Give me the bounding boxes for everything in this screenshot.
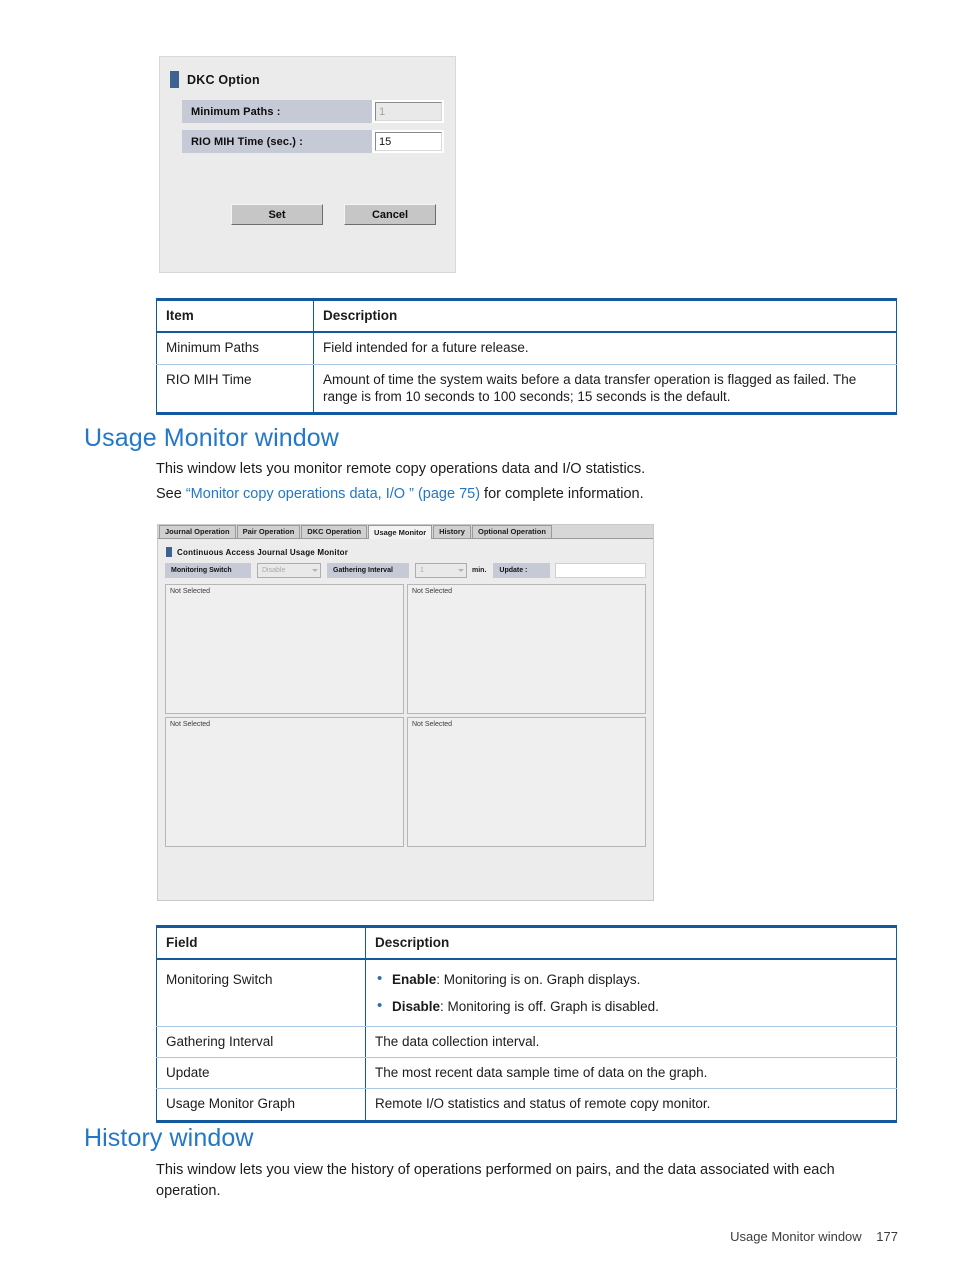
graph-status-label: Not Selected <box>412 588 453 595</box>
usage-paragraph-2-prefix: See <box>156 486 186 502</box>
tab-dkc-operation[interactable]: DKC Operation <box>301 525 368 538</box>
graph-status-label: Not Selected <box>170 721 211 728</box>
dkc-dialog-buttons: Set Cancel <box>231 204 436 225</box>
update-label: Update : <box>493 563 551 578</box>
minimum-paths-input-wrap <box>372 100 444 123</box>
column-header-description: Description <box>313 299 897 334</box>
graph-panel-top-left[interactable]: Not Selected <box>165 584 404 714</box>
minimum-paths-row: Minimum Paths : <box>182 100 455 123</box>
usage-monitor-graph-grid: Not Selected Not Selected Not Selected N… <box>165 584 646 847</box>
gathering-interval-label: Gathering Interval <box>327 563 409 578</box>
page-footer: Usage Monitor window 177 <box>730 1229 898 1244</box>
cell-description: Field intended for a future release. <box>313 331 897 365</box>
tab-journal-operation[interactable]: Journal Operation <box>159 525 236 538</box>
cell-description: The most recent data sample time of data… <box>365 1057 897 1090</box>
chevron-down-icon <box>458 569 464 572</box>
bullet-text: : Monitoring is on. Graph displays. <box>436 972 641 988</box>
gathering-interval-unit: min. <box>472 567 487 574</box>
cell-field: Gathering Interval <box>156 1025 366 1059</box>
usage-paragraph-2-suffix: for complete information. <box>480 486 644 502</box>
gathering-interval-select[interactable]: 1 <box>415 563 467 578</box>
minimum-paths-label: Minimum Paths : <box>182 100 372 123</box>
bullet-text: : Monitoring is off. Graph is disabled. <box>440 998 659 1014</box>
list-item: Disable: Monitoring is off. Graph is dis… <box>375 997 887 1015</box>
bullet-term: Enable <box>392 972 437 988</box>
table-row: RIO MIH Time Amount of time the system w… <box>156 363 897 414</box>
dkc-option-dialog: DKC Option Minimum Paths : RIO MIH Time … <box>159 56 456 273</box>
usage-monitor-toolbar: Monitoring Switch Disable Gathering Inte… <box>165 563 646 578</box>
column-header-item: Item <box>156 299 314 334</box>
table-row: Gathering Interval The data collection i… <box>156 1025 897 1059</box>
cell-field: Update <box>156 1057 366 1090</box>
cell-field: Usage Monitor Graph <box>156 1088 366 1122</box>
cell-item: Minimum Paths <box>156 331 314 365</box>
bullet-term: Disable <box>392 998 441 1014</box>
table-row: Update The most recent data sample time … <box>156 1057 897 1090</box>
monitoring-switch-value: Disable <box>262 567 286 574</box>
cell-description: Enable: Monitoring is on. Graph displays… <box>365 958 897 1027</box>
monitoring-switch-select[interactable]: Disable <box>257 563 321 578</box>
history-paragraph: This window lets you view the history of… <box>156 1162 835 1200</box>
dkc-dialog-title: DKC Option <box>187 72 260 87</box>
graph-status-label: Not Selected <box>412 721 453 728</box>
footer-title: Usage Monitor window <box>730 1229 862 1244</box>
accent-bar-icon <box>166 547 172 557</box>
gathering-interval-value: 1 <box>420 567 424 574</box>
cell-description: The data collection interval. <box>365 1025 897 1059</box>
monitoring-switch-label: Monitoring Switch <box>165 563 251 578</box>
set-button[interactable]: Set <box>231 204 323 225</box>
usage-monitor-panel: Continuous Access Journal Usage Monitor … <box>158 539 653 900</box>
chevron-down-icon <box>312 569 318 572</box>
rio-mih-time-input[interactable] <box>375 132 442 151</box>
usage-paragraph-2: See “Monitor copy operations data, I/O ”… <box>156 484 896 505</box>
usage-monitor-field-table: Field Description Monitoring Switch Enab… <box>156 925 897 1123</box>
cell-description: Remote I/O statistics and status of remo… <box>365 1088 897 1122</box>
usage-paragraph-1: This window lets you monitor remote copy… <box>156 461 646 477</box>
tab-history[interactable]: History <box>433 525 471 538</box>
cell-field: Monitoring Switch <box>156 958 366 1027</box>
dkc-dialog-titlebar: DKC Option <box>160 57 455 88</box>
graph-panel-top-right[interactable]: Not Selected <box>407 584 646 714</box>
page-number: 177 <box>876 1229 898 1244</box>
minimum-paths-input[interactable] <box>375 102 442 121</box>
rio-mih-time-row: RIO MIH Time (sec.) : <box>182 130 455 153</box>
graph-panel-bottom-left[interactable]: Not Selected <box>165 717 404 847</box>
tab-strip: Journal Operation Pair Operation DKC Ope… <box>158 525 653 539</box>
page-heading-history-window: History window <box>84 1124 254 1152</box>
table-row: Usage Monitor Graph Remote I/O statistic… <box>156 1088 897 1122</box>
tab-optional-operation[interactable]: Optional Operation <box>471 525 552 538</box>
list-item: Enable: Monitoring is on. Graph displays… <box>375 970 887 988</box>
table-row: Monitoring Switch Enable: Monitoring is … <box>156 958 897 1027</box>
usage-monitor-app-screenshot: Journal Operation Pair Operation DKC Ope… <box>157 524 654 901</box>
usage-monitor-panel-header: Continuous Access Journal Usage Monitor <box>166 547 646 557</box>
graph-panel-bottom-right[interactable]: Not Selected <box>407 717 646 847</box>
tab-pair-operation[interactable]: Pair Operation <box>236 525 301 538</box>
rio-mih-time-label: RIO MIH Time (sec.) : <box>182 130 372 153</box>
bullet-list: Enable: Monitoring is on. Graph displays… <box>375 970 887 1015</box>
cross-reference-link[interactable]: “Monitor copy operations data, I/O ” (pa… <box>186 486 480 502</box>
cancel-button[interactable]: Cancel <box>344 204 436 225</box>
dkc-option-table: Item Description Minimum Paths Field int… <box>156 298 897 416</box>
column-header-description: Description <box>365 926 897 961</box>
update-value-field <box>555 563 646 578</box>
page-heading-usage-monitor-window: Usage Monitor window <box>84 424 339 452</box>
usage-monitor-panel-title: Continuous Access Journal Usage Monitor <box>177 547 349 557</box>
accent-bar-icon <box>170 71 179 88</box>
cell-description: Amount of time the system waits before a… <box>313 363 897 414</box>
table-row: Minimum Paths Field intended for a futur… <box>156 331 897 365</box>
graph-status-label: Not Selected <box>170 588 211 595</box>
tab-usage-monitor[interactable]: Usage Monitor <box>368 525 433 539</box>
rio-mih-time-input-wrap <box>372 130 444 153</box>
table-header-row: Item Description <box>156 299 897 334</box>
cell-item: RIO MIH Time <box>156 363 314 414</box>
table-header-row: Field Description <box>156 926 897 961</box>
column-header-field: Field <box>156 926 366 961</box>
